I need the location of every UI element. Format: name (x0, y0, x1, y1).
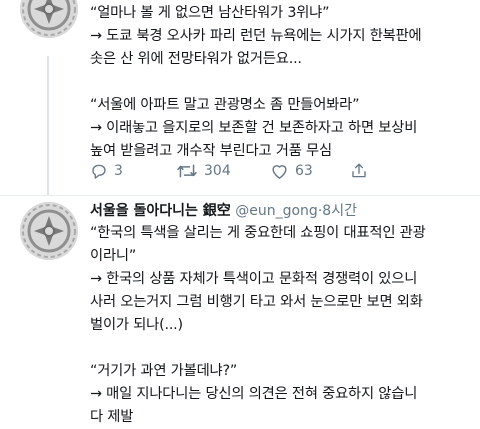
ornament-emblem-icon (20, 202, 78, 260)
retweet-count: 304 (204, 163, 231, 179)
tweet-line: “한국의 특색을 살리는 게 중요한데 쇼핑이 대표적인 관광 (90, 225, 426, 241)
tweet-actions: 3 304 63 (90, 162, 368, 180)
reply-bubble-icon (92, 164, 106, 179)
tweet-line: “얼마나 볼 게 없으면 남산타워가 3위냐” (90, 5, 330, 21)
reply-button[interactable]: 3 (90, 162, 176, 180)
tweet: “얼마나 볼 게 없으면 남산타워가 3위냐” → 도쿄 북경 오사카 파리 런… (0, 0, 480, 196)
display-name[interactable]: 서울을 돌아다니는 銀空 (90, 203, 231, 219)
tweet-header: 서울을 돌아다니는 銀空 @eun_gong·8시간 (90, 200, 468, 222)
retweet-icon (177, 164, 197, 178)
user-handle[interactable]: @eun_gong (235, 203, 318, 219)
avatar[interactable] (20, 0, 78, 38)
tweet-line: → 이래놓고 을지로의 보존할 건 보존하자고 하면 보상비 (90, 120, 418, 136)
share-button[interactable] (350, 162, 368, 180)
tweet-line: 솟은 산 위에 전망타워가 없거든요... (90, 51, 302, 67)
like-button[interactable]: 63 (270, 162, 350, 180)
ornament-emblem-icon (20, 0, 78, 38)
tweet-line: 사러 오는거지 그럼 비행기 타고 와서 눈으로만 보면 외화 (90, 294, 423, 310)
tweet-line: 이라니” (90, 248, 137, 264)
share-icon (352, 163, 366, 178)
like-count: 63 (295, 163, 313, 179)
tweet-line: → 한국의 상품 자체가 특색이고 문화적 경쟁력이 있으니 (90, 271, 418, 287)
tweet-line: → 매일 지나다니는 당신의 의견은 전혀 중요하지 않습니 (90, 386, 418, 402)
heart-icon (272, 165, 287, 179)
timestamp[interactable]: 8시간 (322, 203, 357, 219)
tweet-line: → 도쿄 북경 오사카 파리 런던 뉴욕에는 시가지 한복판에 (90, 28, 422, 44)
reply-count: 3 (114, 163, 123, 179)
tweet-line: 벌이가 되나(...) (90, 317, 183, 333)
avatar[interactable] (20, 202, 78, 260)
tweet-line: “서울에 아파트 말고 관광명소 좀 만들어봐라” (90, 97, 360, 113)
tweet-text: “얼마나 볼 게 없으면 남산타워가 3위냐” → 도쿄 북경 오사카 파리 런… (90, 2, 468, 163)
tweet-body: 서울을 돌아다니는 銀空 @eun_gong·8시간 “한국의 특색을 살리는 … (90, 200, 468, 429)
tweet-line: 높여 받을려고 개수작 부린다고 거품 무심 (90, 143, 332, 159)
retweet-button[interactable]: 304 (176, 162, 270, 180)
tweet-line: “거기가 과연 가볼데냐?” (90, 363, 238, 379)
tweet: 서울을 돌아다니는 銀空 @eun_gong·8시간 “한국의 특색을 살리는 … (0, 196, 480, 425)
thread-line (47, 56, 49, 196)
